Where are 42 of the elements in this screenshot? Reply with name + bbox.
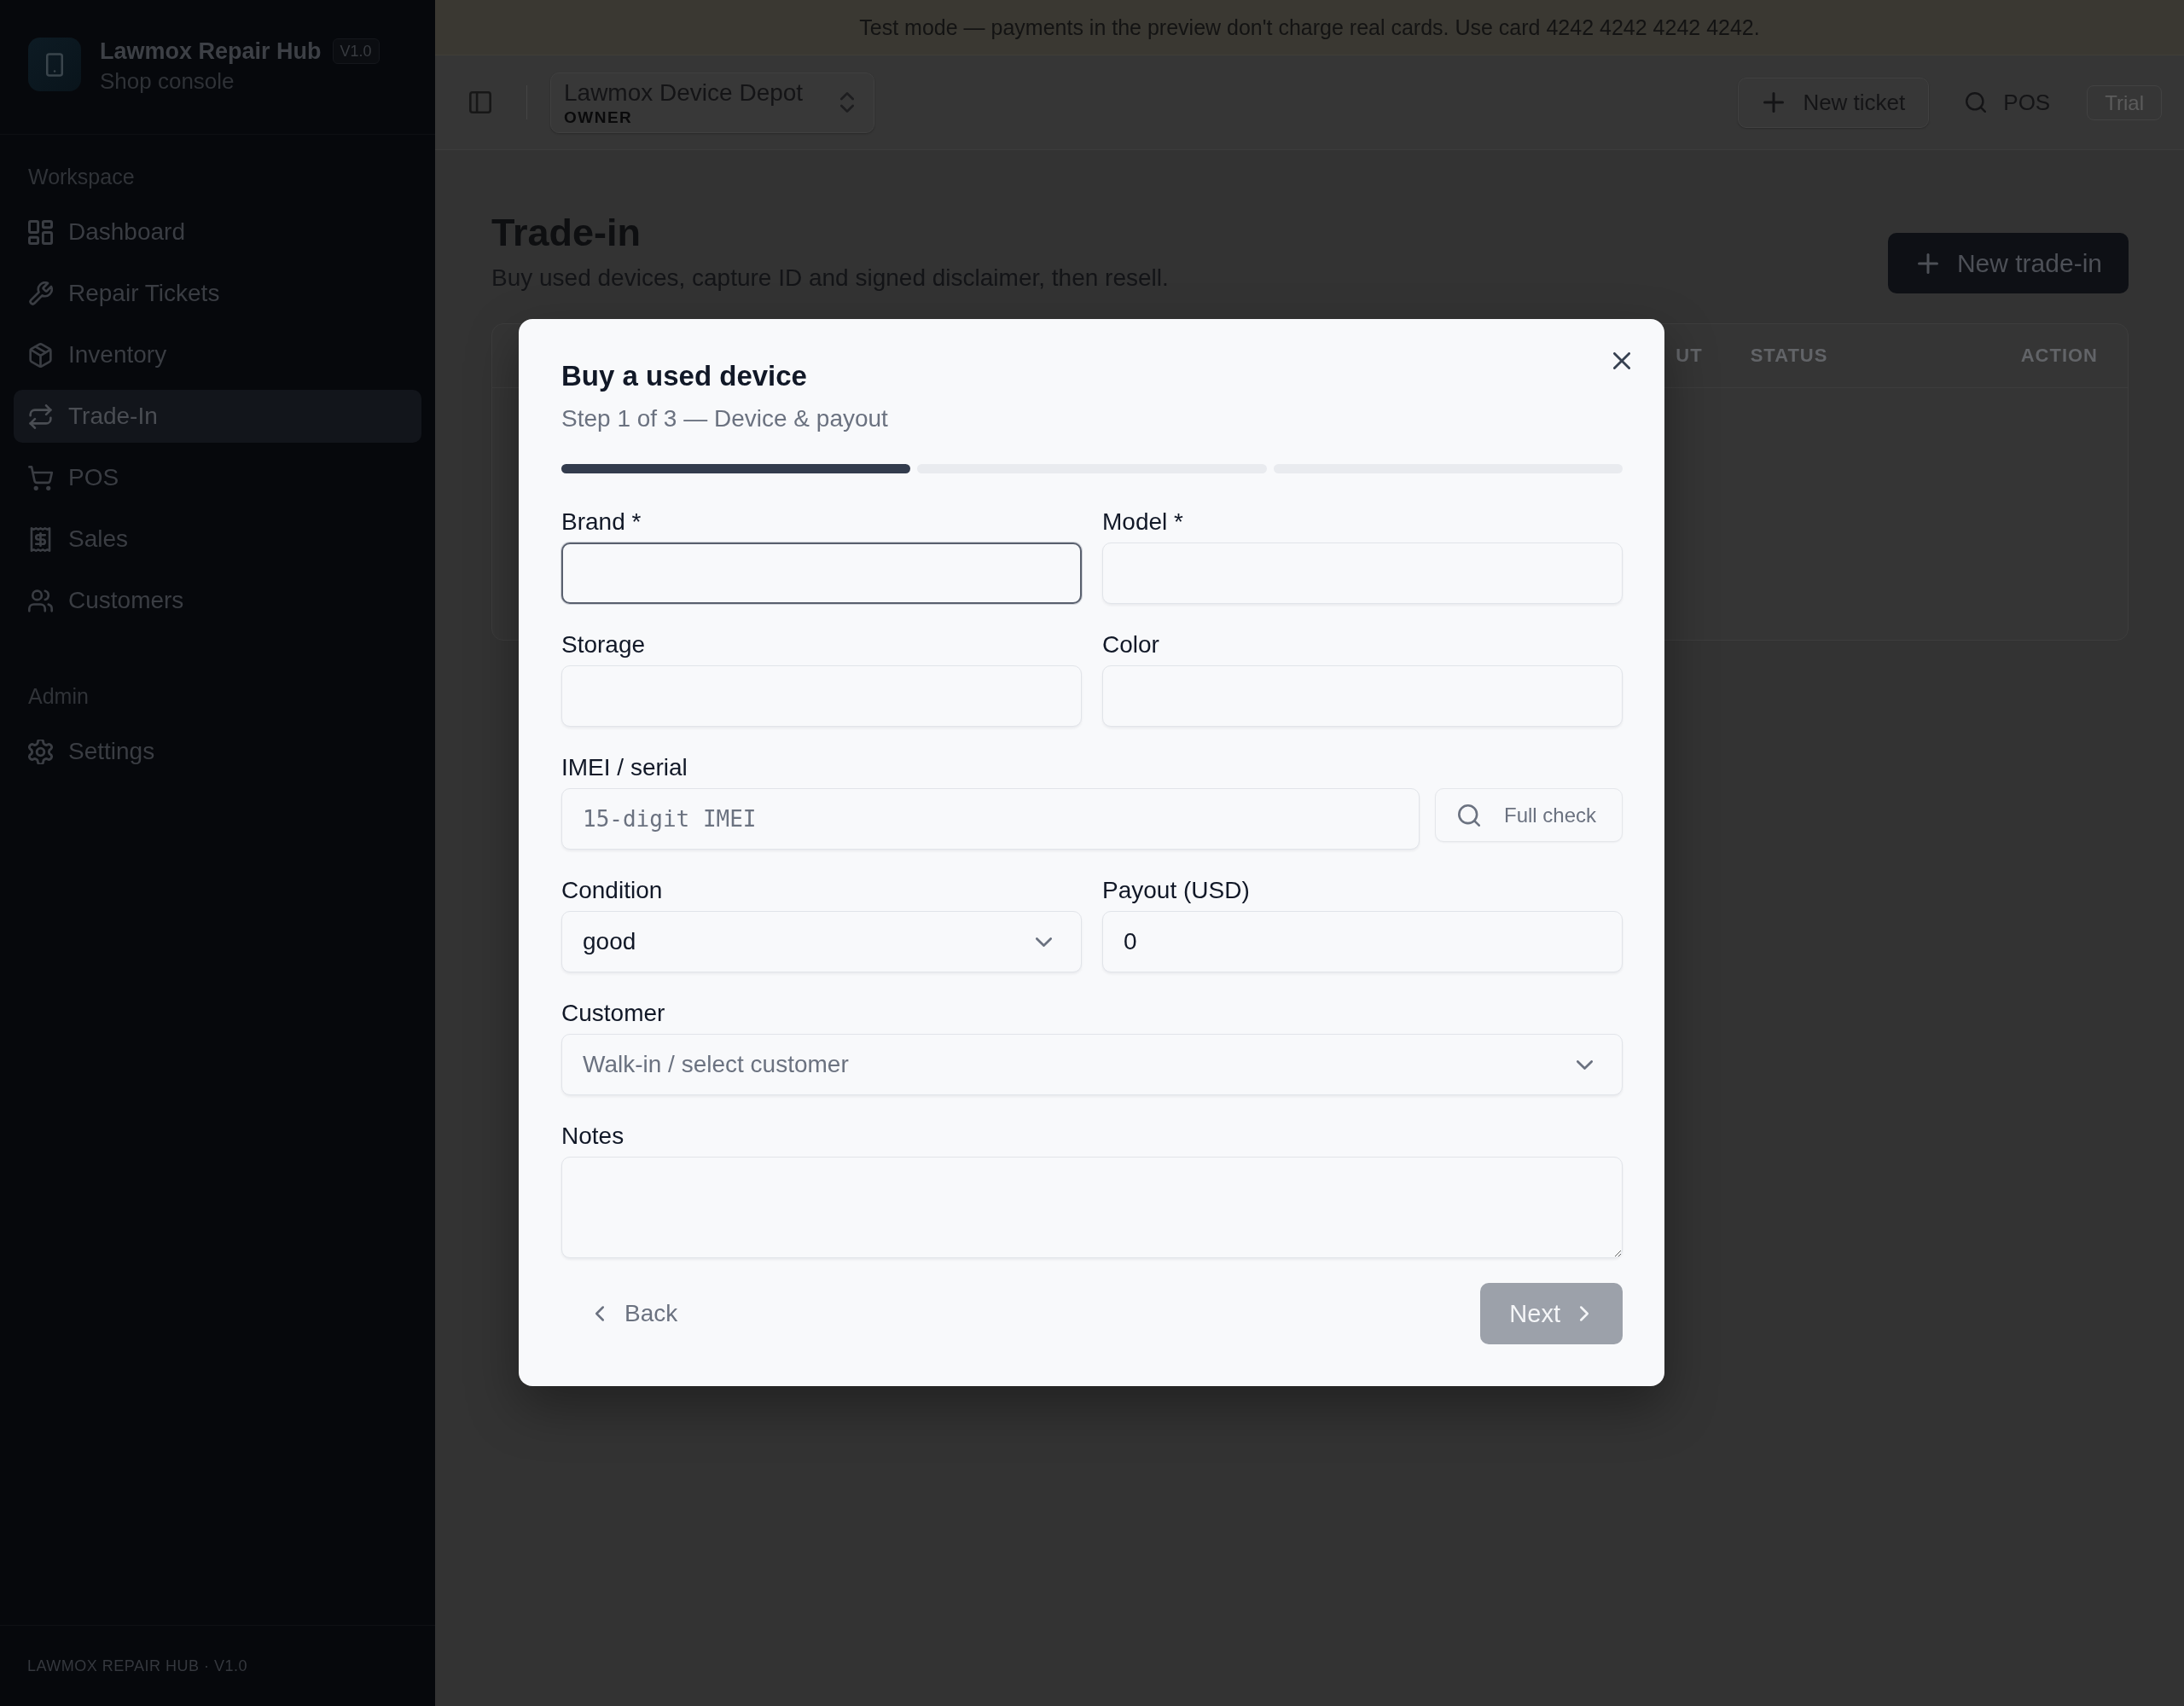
field-label: Model * — [1102, 508, 1184, 537]
users-icon — [28, 588, 53, 613]
repeat-arrows-icon — [28, 403, 53, 429]
search-icon — [1966, 92, 1987, 113]
receipt-icon — [28, 526, 53, 552]
field-label: Brand * — [561, 508, 642, 537]
select-field[interactable]: Walk-in / select customer — [561, 1034, 1623, 1095]
field-label: IMEI / serial — [561, 753, 688, 782]
chevron-right-icon — [1580, 1306, 1589, 1321]
plus-icon — [1763, 92, 1785, 113]
field-label: Color — [1102, 630, 1160, 659]
close-icon — [1613, 352, 1630, 369]
box-icon — [28, 342, 53, 368]
chevron-left-icon — [595, 1306, 604, 1321]
sidebar-toggle-button[interactable] — [468, 90, 493, 115]
field-label: Notes — [561, 1122, 625, 1151]
chevrons-up-down-icon — [840, 91, 854, 113]
dialog-title: Buy a used device — [561, 359, 808, 393]
wrench-icon — [28, 281, 53, 306]
search-icon — [1458, 804, 1480, 827]
input-field[interactable] — [561, 543, 1082, 604]
chevron-down-icon — [1577, 1059, 1593, 1070]
field-label: Condition — [561, 876, 664, 905]
settings-icon — [28, 739, 53, 764]
phone-logo-icon — [28, 38, 81, 91]
layout-grid-icon — [28, 219, 53, 245]
input-field[interactable]: 0 — [1102, 911, 1623, 972]
notes-textarea[interactable] — [561, 1157, 1623, 1258]
panel-left-icon — [469, 91, 491, 113]
field-label: Customer — [561, 999, 666, 1028]
plus-icon — [1917, 252, 1938, 274]
dialog-subtitle: Step 1 of 3 — Device & payout — [561, 404, 889, 433]
select-field[interactable]: good — [561, 911, 1082, 972]
nav-item[interactable]: Trade-In — [14, 390, 421, 443]
new-trade-in-button[interactable]: New trade-in — [1887, 233, 2129, 293]
chevron-down-icon — [1036, 937, 1052, 947]
cart-icon — [28, 465, 53, 490]
field-label: Storage — [561, 630, 647, 659]
app-name: Lawmox Repair Hub — [100, 38, 322, 66]
close-button[interactable] — [1612, 351, 1632, 371]
field-label: Payout (USD) — [1102, 876, 1251, 905]
back-button[interactable]: Back — [561, 1283, 699, 1344]
